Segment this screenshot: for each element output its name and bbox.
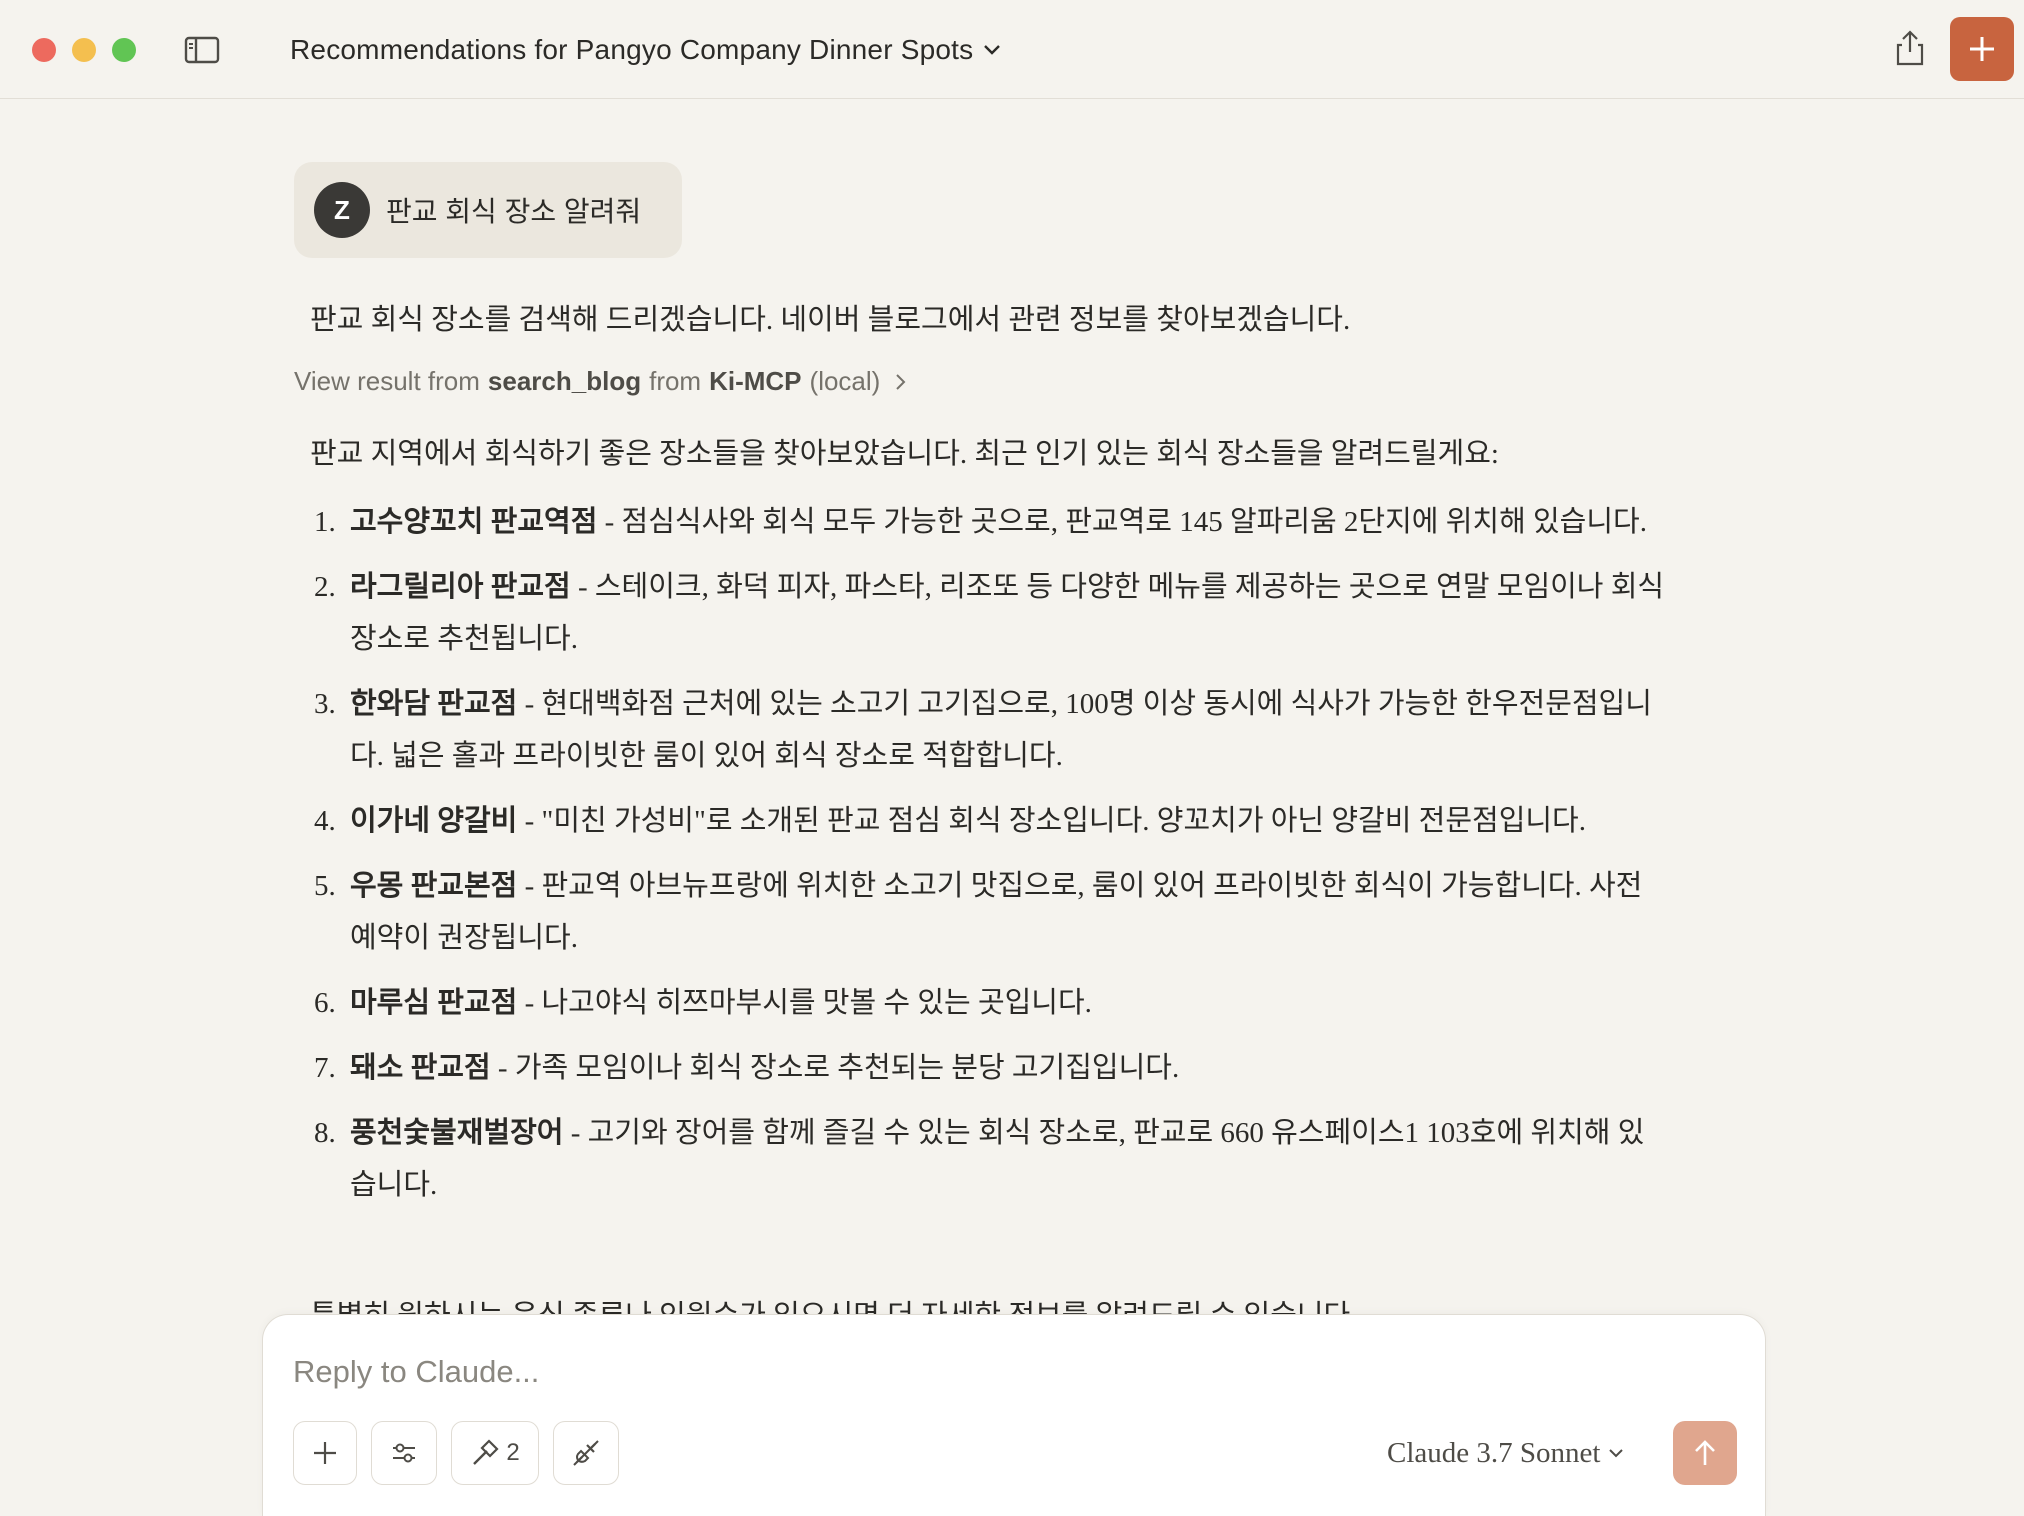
plug-icon [573,1440,599,1466]
place-description: - "미친 가성비"로 소개된 판교 점심 회식 장소입니다. 양꼬치가 아닌 … [517,805,1586,837]
tool-server-suffix: (local) [809,366,881,396]
place-description: - 점심식사와 회식 모두 가능한 곳으로, 판교역로 145 알파리움 2단지… [597,506,1647,538]
tool-result-from: from [649,366,702,396]
connect-button[interactable] [553,1421,619,1485]
place-name: 고수양꼬치 판교역점 [350,506,598,538]
tools-button[interactable]: 2 [451,1421,539,1485]
place-description: - 나고야식 히쯔마부시를 맛볼 수 있는 곳입니다. [517,987,1092,1019]
attach-button[interactable] [293,1421,357,1485]
reply-input[interactable] [293,1349,1493,1395]
arrow-up-icon [1695,1440,1715,1465]
list-item: 2. 라그릴리아 판교점 - 스테이크, 화덕 피자, 파스타, 리조또 등 다양… [314,571,1665,655]
place-name: 이가네 양갈비 [350,805,518,837]
chat-title: Recommendations for Pangyo Company Dinne… [290,34,974,65]
chevron-down-icon [984,45,1001,55]
list-item: 7. 돼소 판교점 - 가족 모임이나 회식 장소로 추천되는 분당 고기집입니다… [314,1052,1180,1084]
place-description: - 가족 모임이나 회식 장소로 추천되는 분당 고기집입니다. [490,1052,1180,1084]
place-name: 돼소 판교점 [350,1052,491,1084]
chevron-down-icon [1609,1449,1624,1458]
share-button[interactable] [1892,28,1928,68]
sidebar-toggle-button[interactable] [184,36,220,64]
chevron-right-icon [896,373,906,390]
list-item: 4. 이가네 양갈비 - "미친 가성비"로 소개된 판교 점심 회식 장소입니다… [314,805,1586,837]
title-bar: Recommendations for Pangyo Company Dinne… [0,0,2024,99]
composer: 2 Claude 3.7 Sonnet [262,1314,1766,1516]
chat-title-dropdown[interactable]: Recommendations for Pangyo Company Dinne… [290,30,1001,70]
list-item: 5. 우몽 판교본점 - 판교역 아브뉴프랑에 위치한 소고기 맛집으로, 룸이 … [314,870,1643,954]
settings-button[interactable] [371,1421,437,1485]
sliders-icon [393,1443,415,1463]
place-name: 풍천숯불재벌장어 [350,1117,564,1149]
tool-server: Ki-MCP [709,366,802,396]
list-item: 1. 고수양꼬치 판교역점 - 점심식사와 회식 모두 가능한 곳으로, 판교역로… [314,506,1647,538]
send-button[interactable] [1673,1421,1737,1485]
sidebar-icon [184,36,220,64]
list-item: 6. 마루심 판교점 - 나고야식 히쯔마부시를 맛볼 수 있는 곳입니다. [314,987,1092,1019]
avatar: Z [314,182,370,238]
place-name: 한와담 판교점 [350,688,518,720]
tool-result-prefix: View result from [294,366,480,396]
minimize-window-button[interactable] [72,38,96,62]
tools-count: 2 [506,1439,520,1466]
place-name: 라그릴리아 판교점 [350,571,571,603]
hammer-icon [473,1439,499,1465]
model-name: Claude 3.7 Sonnet [1387,1436,1601,1469]
recommendation-list: 1. 고수양꼬치 판교역점 - 점심식사와 회식 모두 가능한 곳으로, 판교역로… [310,496,1670,1224]
user-message: Z 판교 회식 장소 알려줘 [294,162,682,258]
share-icon [1896,30,1924,66]
plus-icon [314,1442,336,1464]
model-selector[interactable]: Claude 3.7 Sonnet [1387,1433,1624,1473]
place-name: 우몽 판교본점 [350,870,518,902]
place-name: 마루심 판교점 [350,987,518,1019]
user-message-text: 판교 회식 장소 알려줘 [386,196,642,227]
plus-icon [1970,37,1994,61]
tool-name: search_blog [487,366,642,396]
list-item: 8. 풍천숯불재벌장어 - 고기와 장어를 함께 즐길 수 있는 회식 장소로, … [314,1117,1645,1201]
new-chat-button[interactable] [1950,17,2014,81]
tool-result-link[interactable]: View result from search_blog from Ki-MCP… [294,366,908,397]
list-item: 3. 한와담 판교점 - 현대백화점 근처에 있는 소고기 고기집으로, 100명… [314,688,1652,772]
assistant-intro: 판교 회식 장소를 검색해 드리겠습니다. 네이버 블로그에서 관련 정보를 찾… [310,304,1351,336]
assistant-lead: 판교 지역에서 회식하기 좋은 장소들을 찾아보았습니다. 최근 인기 있는 회… [310,438,1499,470]
place-description: - 현대백화점 근처에 있는 소고기 고기집으로, 100명 이상 동시에 식사… [350,688,1652,772]
zoom-window-button[interactable] [112,38,136,62]
close-window-button[interactable] [32,38,56,62]
place-description: - 판교역 아브뉴프랑에 위치한 소고기 맛집으로, 룸이 있어 프라이빗한 회… [350,870,1643,954]
